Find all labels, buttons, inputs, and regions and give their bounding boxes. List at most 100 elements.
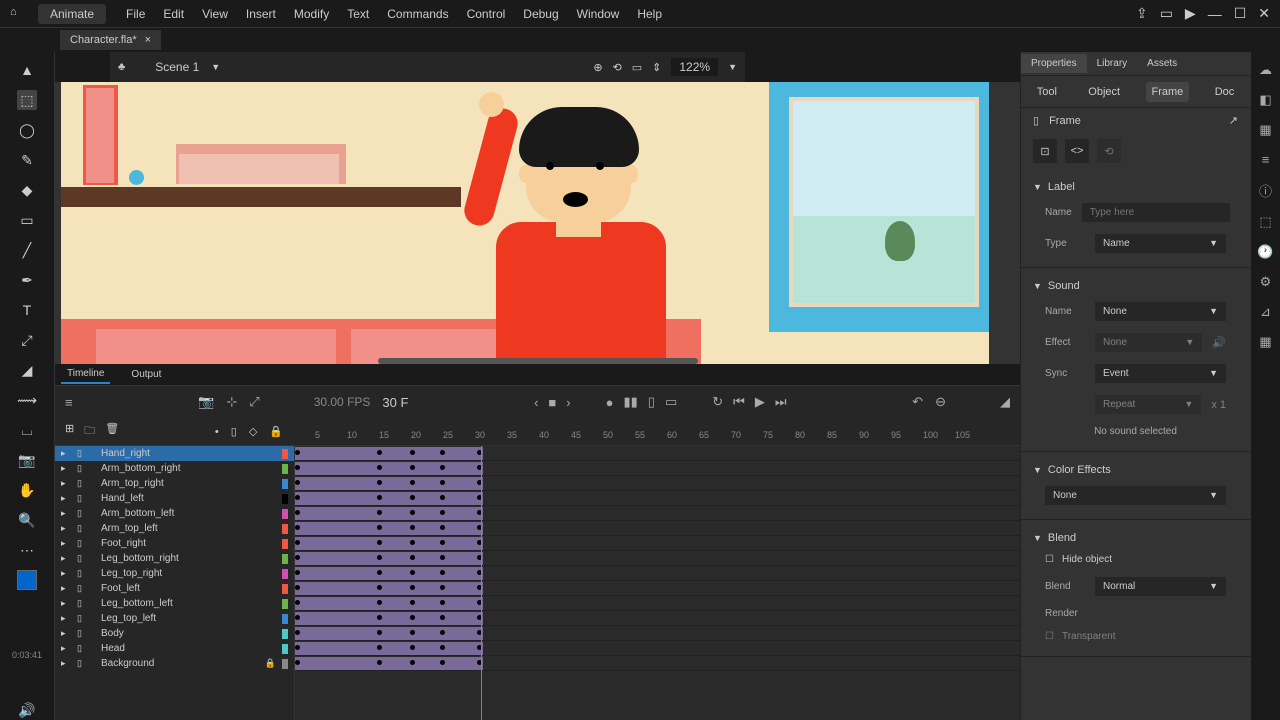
maximize-icon[interactable]: ☐ xyxy=(1234,5,1247,22)
transparent-checkbox[interactable]: ☐ xyxy=(1045,631,1054,642)
blend-mode-select[interactable]: Normal▼ xyxy=(1095,577,1226,596)
delete-layer-icon[interactable]: 🗑 xyxy=(105,422,119,441)
frame-track[interactable] xyxy=(295,446,1020,461)
layer-row[interactable]: ▸▯Head xyxy=(55,641,294,656)
visibility-col-icon[interactable]: ▯ xyxy=(231,425,237,438)
menu-commands[interactable]: Commands xyxy=(387,7,448,21)
subtab-object[interactable]: Object xyxy=(1082,82,1126,102)
frame-track[interactable] xyxy=(295,536,1020,551)
sound-edit-icon[interactable]: 🔊 xyxy=(1212,336,1226,349)
stop-icon[interactable]: ■ xyxy=(548,395,556,410)
outline-col-icon[interactable]: ◇ xyxy=(249,425,257,438)
close-icon[interactable]: ✕ xyxy=(1258,5,1270,22)
history-panel-icon[interactable]: 🕐 xyxy=(1257,244,1273,260)
frame-track[interactable] xyxy=(295,476,1020,491)
home-icon[interactable]: ⌂ xyxy=(10,6,26,22)
section-color-effects[interactable]: ▼Color Effects xyxy=(1033,460,1238,480)
color-panel-icon[interactable]: ◧ xyxy=(1259,92,1271,108)
subtab-tool[interactable]: Tool xyxy=(1031,82,1063,102)
graph-icon[interactable]: ⤢ xyxy=(249,394,259,410)
zoom-level[interactable]: 122% xyxy=(671,58,718,76)
swatches-panel-icon[interactable]: ▦ xyxy=(1259,122,1271,138)
layer-row[interactable]: ▸▯Leg_top_right xyxy=(55,566,294,581)
pen-tool[interactable]: ✒ xyxy=(17,270,37,290)
layer-row[interactable]: ▸▯Arm_top_left xyxy=(55,521,294,536)
sound-sync-select[interactable]: Event▼ xyxy=(1095,364,1226,383)
tab-properties[interactable]: Properties xyxy=(1021,54,1087,73)
prev-keyframe-icon[interactable]: ‹ xyxy=(534,395,538,410)
fps-value[interactable]: 30.00 xyxy=(314,395,344,409)
layers-icon[interactable]: ≡ xyxy=(65,395,73,410)
menu-help[interactable]: Help xyxy=(637,7,662,21)
frame-ruler[interactable]: 5101520253035404550556065707580859095100… xyxy=(295,418,1020,445)
frames-area[interactable] xyxy=(295,446,1020,720)
menu-file[interactable]: File xyxy=(126,7,145,21)
layer-row[interactable]: ▸▯Foot_right xyxy=(55,536,294,551)
zoom-tool[interactable]: 🔍 xyxy=(17,510,37,530)
loop-icon[interactable]: ↻ xyxy=(712,394,723,410)
brush-tool[interactable]: ✎ xyxy=(17,150,37,170)
new-folder-icon[interactable]: 🗀 xyxy=(84,422,95,441)
scene-name[interactable]: Scene 1 xyxy=(155,60,199,74)
layer-row[interactable]: ▸▯Leg_bottom_right xyxy=(55,551,294,566)
expand-icon[interactable]: ↗ xyxy=(1229,114,1238,127)
insert-frame-icon[interactable]: ▯ xyxy=(648,394,655,410)
onion-skin-icon[interactable]: ▮▮ xyxy=(623,394,637,410)
menu-modify[interactable]: Modify xyxy=(294,7,329,21)
camera-tool[interactable]: 📷 xyxy=(17,450,37,470)
hand-tool[interactable]: ✋ xyxy=(17,480,37,500)
frame-track[interactable] xyxy=(295,551,1020,566)
new-layer-icon[interactable]: ⊞ xyxy=(65,422,74,441)
sound-effect-select[interactable]: None▼ xyxy=(1095,333,1202,352)
section-blend[interactable]: ▼Blend xyxy=(1033,528,1238,548)
free-transform-tool[interactable]: ⬚ xyxy=(17,90,37,110)
layer-parenting-icon[interactable]: ⊹ xyxy=(226,394,237,410)
menu-insert[interactable]: Insert xyxy=(246,7,276,21)
subtab-frame[interactable]: Frame xyxy=(1146,82,1190,102)
layer-row[interactable]: ▸▯Leg_top_left xyxy=(55,611,294,626)
edit-scene-icon[interactable]: ♣ xyxy=(118,61,125,73)
label-type-select[interactable]: Name▼ xyxy=(1095,234,1226,253)
scene-dropdown-icon[interactable]: ▼ xyxy=(211,62,220,72)
layer-row[interactable]: ▸▯Leg_bottom_left xyxy=(55,596,294,611)
step-back-icon[interactable]: ⏮ xyxy=(733,394,745,410)
layer-row[interactable]: ▸▯Arm_bottom_left xyxy=(55,506,294,521)
frame-track[interactable] xyxy=(295,506,1020,521)
color-effects-select[interactable]: None▼ xyxy=(1045,486,1226,505)
selection-tool[interactable]: ▲ xyxy=(17,60,37,80)
section-sound[interactable]: ▼Sound xyxy=(1033,276,1238,296)
lasso-tool[interactable]: ◯ xyxy=(17,120,37,140)
zoom-stepper-icon[interactable]: ⇕ xyxy=(652,61,661,74)
close-tab-icon[interactable]: × xyxy=(145,34,151,46)
playhead[interactable] xyxy=(481,446,482,720)
components-panel-icon[interactable]: ⚙ xyxy=(1260,274,1272,290)
frame-track[interactable] xyxy=(295,626,1020,641)
rectangle-tool[interactable]: ▭ xyxy=(17,210,37,230)
info-panel-icon[interactable]: ⓘ xyxy=(1259,181,1272,200)
tab-timeline[interactable]: Timeline xyxy=(61,365,110,384)
lock-col-icon[interactable]: 🔒 xyxy=(269,425,283,438)
transform-panel-icon[interactable]: ⬚ xyxy=(1259,214,1271,230)
frame-track[interactable] xyxy=(295,596,1020,611)
menu-view[interactable]: View xyxy=(202,7,228,21)
next-keyframe-icon[interactable]: › xyxy=(566,395,570,410)
sound-repeat-select[interactable]: Repeat▼ xyxy=(1095,395,1201,414)
frame-number[interactable]: 30 xyxy=(382,395,396,410)
asset-warp-tool[interactable]: ⌴ xyxy=(17,420,37,440)
cc-icon[interactable]: ☁ xyxy=(1259,62,1272,78)
subtab-doc[interactable]: Doc xyxy=(1209,82,1241,102)
align-panel-icon[interactable]: ≡ xyxy=(1262,152,1270,167)
line-tool[interactable]: ╱ xyxy=(17,240,37,260)
play-button[interactable]: ▶ xyxy=(755,394,765,410)
frame-track[interactable] xyxy=(295,581,1020,596)
highlight-col-icon[interactable]: • xyxy=(215,426,219,438)
zoom-dropdown-icon[interactable]: ▼ xyxy=(728,62,737,72)
audio-icon[interactable]: 🔊 xyxy=(17,700,37,720)
sound-name-select[interactable]: None▼ xyxy=(1095,302,1226,321)
remove-frame-icon[interactable]: ▭ xyxy=(665,394,677,410)
canvas-scrollbar[interactable] xyxy=(378,358,698,364)
label-name-input[interactable] xyxy=(1082,203,1230,222)
clip-icon[interactable]: ⊕ xyxy=(593,61,602,74)
text-tool[interactable]: T xyxy=(17,300,37,320)
brush-panel-icon[interactable]: ⊿ xyxy=(1260,304,1271,320)
